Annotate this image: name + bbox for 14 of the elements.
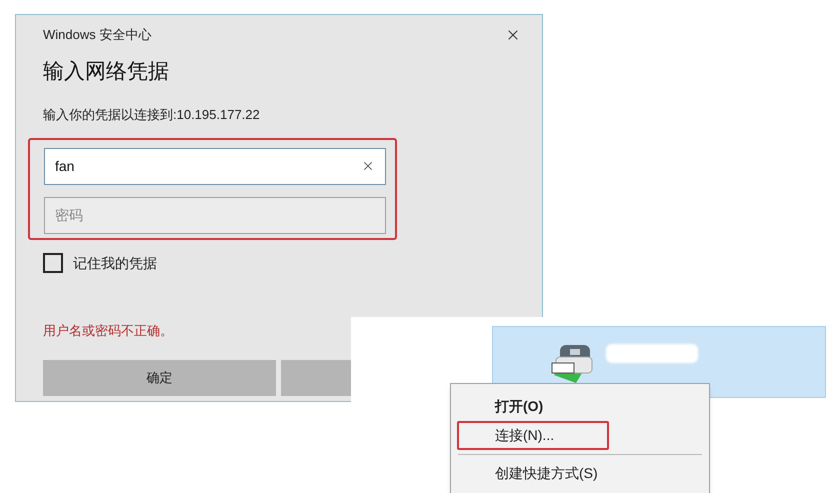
menu-item[interactable]: 创建快捷方式(S) (457, 459, 609, 488)
password-field[interactable]: 密码 (44, 196, 386, 234)
remember-label: 记住我的凭据 (73, 254, 157, 272)
error-message: 用户名或密码不正确。 (43, 322, 174, 340)
ok-button[interactable]: 确定 (43, 360, 276, 396)
window-title: Windows 安全中心 (43, 26, 152, 44)
dialog-heading: 输入网络凭据 (43, 58, 170, 84)
username-field[interactable]: fan (44, 148, 386, 184)
remember-checkbox[interactable] (43, 253, 63, 273)
clear-icon[interactable] (361, 159, 375, 173)
menu-item[interactable]: 连接(N)... (457, 421, 609, 450)
username-input[interactable]: fan (55, 156, 361, 176)
prompt-text: 输入你的凭据以连接到:10.195.177.22 (43, 106, 261, 124)
menu-item[interactable]: 打开(O) (457, 392, 609, 421)
